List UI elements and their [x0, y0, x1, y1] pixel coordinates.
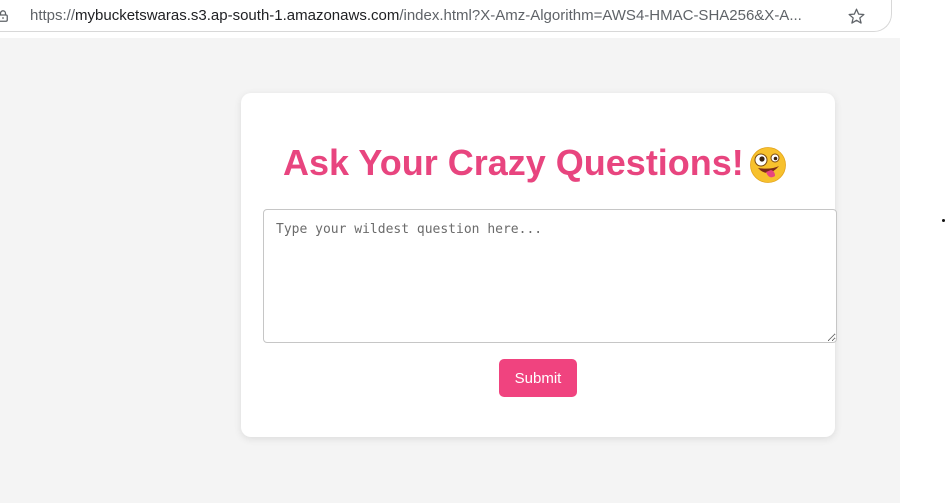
url-scheme: https:// — [30, 7, 76, 24]
submit-button[interactable]: Submit — [499, 359, 577, 397]
browser-address-bar: https://mybucketswaras.s3.ap-south-1.ama… — [0, 0, 900, 38]
url-text[interactable]: https://mybucketswaras.s3.ap-south-1.ama… — [30, 7, 802, 24]
url-path: /index.html?X-Amz-Algorithm=AWS4-HMAC-SH… — [399, 7, 802, 24]
zany-face-icon — [750, 147, 786, 183]
right-gutter — [900, 0, 948, 503]
page-title: Ask Your Crazy Questions! — [283, 142, 744, 183]
url-host: mybucketswaras.s3.ap-south-1.amazonaws.c… — [75, 7, 400, 24]
stray-dot — [942, 219, 945, 222]
star-icon[interactable] — [847, 7, 866, 26]
url-field[interactable]: https://mybucketswaras.s3.ap-south-1.ama… — [0, 0, 892, 32]
lock-icon[interactable] — [0, 10, 8, 22]
question-input[interactable] — [263, 209, 837, 343]
